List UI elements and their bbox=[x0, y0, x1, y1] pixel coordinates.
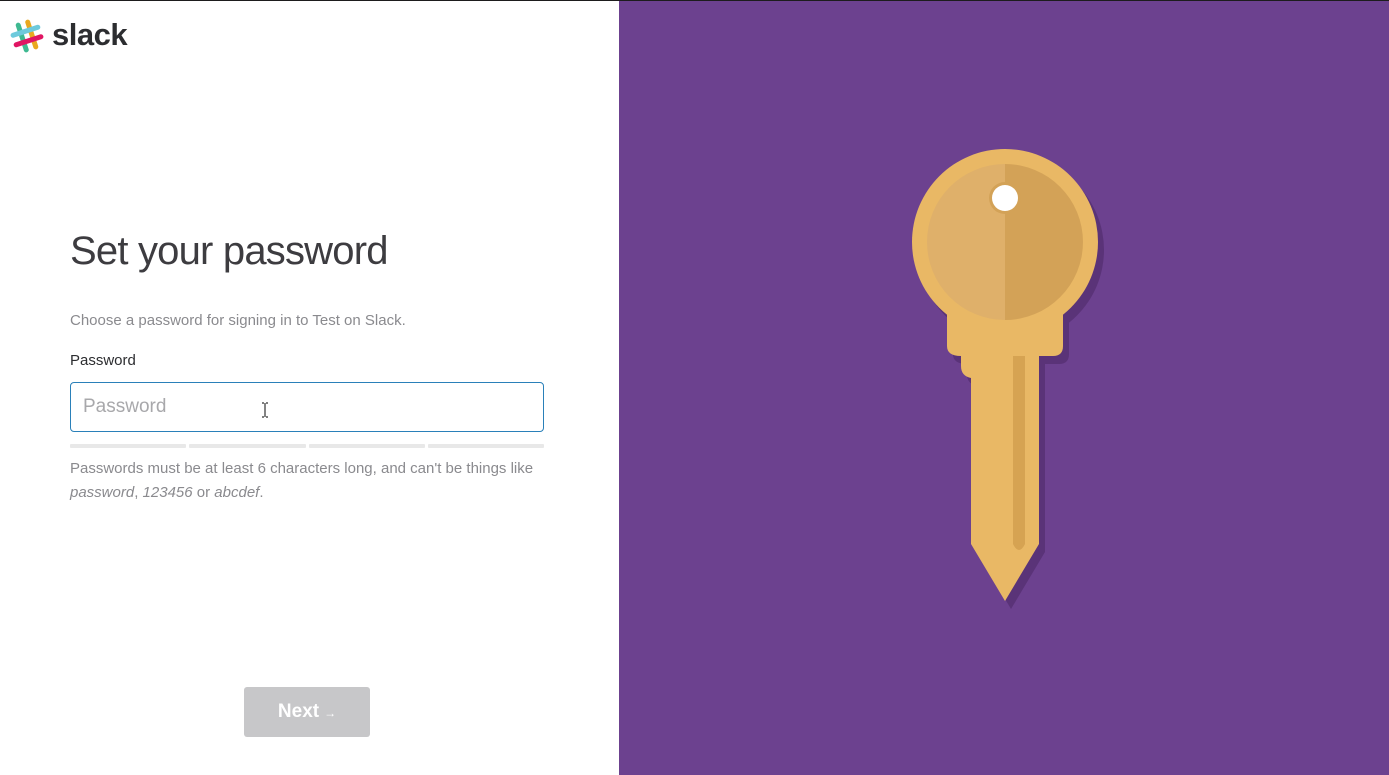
strength-segment bbox=[189, 444, 306, 448]
hint-text: Passwords must be at least 6 characters … bbox=[70, 460, 534, 477]
text-cursor-icon bbox=[261, 402, 269, 418]
slack-logo[interactable]: slack bbox=[10, 16, 128, 53]
illustration-panel bbox=[619, 1, 1389, 775]
key-icon bbox=[903, 146, 1123, 621]
next-button[interactable]: Next → bbox=[244, 687, 370, 737]
strength-segment bbox=[70, 444, 187, 448]
page-title: Set your password bbox=[70, 229, 388, 273]
arrow-right-icon: → bbox=[324, 706, 337, 720]
password-input[interactable] bbox=[70, 382, 544, 432]
next-button-label: Next bbox=[277, 701, 320, 722]
hint-separator: , bbox=[134, 484, 143, 501]
strength-segment bbox=[427, 444, 544, 448]
brand-name: slack bbox=[52, 16, 128, 52]
strength-segment bbox=[308, 444, 425, 448]
slack-hash-logo-icon bbox=[10, 19, 44, 53]
password-strength-meter bbox=[70, 444, 544, 448]
password-hint: Passwords must be at least 6 characters … bbox=[70, 457, 540, 505]
hint-example: 123456 bbox=[142, 484, 193, 501]
left-panel: slack Set your password Choose a passwor… bbox=[0, 1, 619, 775]
page: slack Set your password Choose a passwor… bbox=[0, 0, 1389, 775]
password-label: Password bbox=[70, 352, 136, 369]
hint-separator: or bbox=[192, 484, 215, 501]
page-subtitle: Choose a password for signing in to Test… bbox=[70, 312, 406, 329]
hint-example: abcdef bbox=[214, 484, 260, 501]
hint-example: password bbox=[70, 484, 135, 501]
hint-suffix: . bbox=[259, 484, 264, 501]
